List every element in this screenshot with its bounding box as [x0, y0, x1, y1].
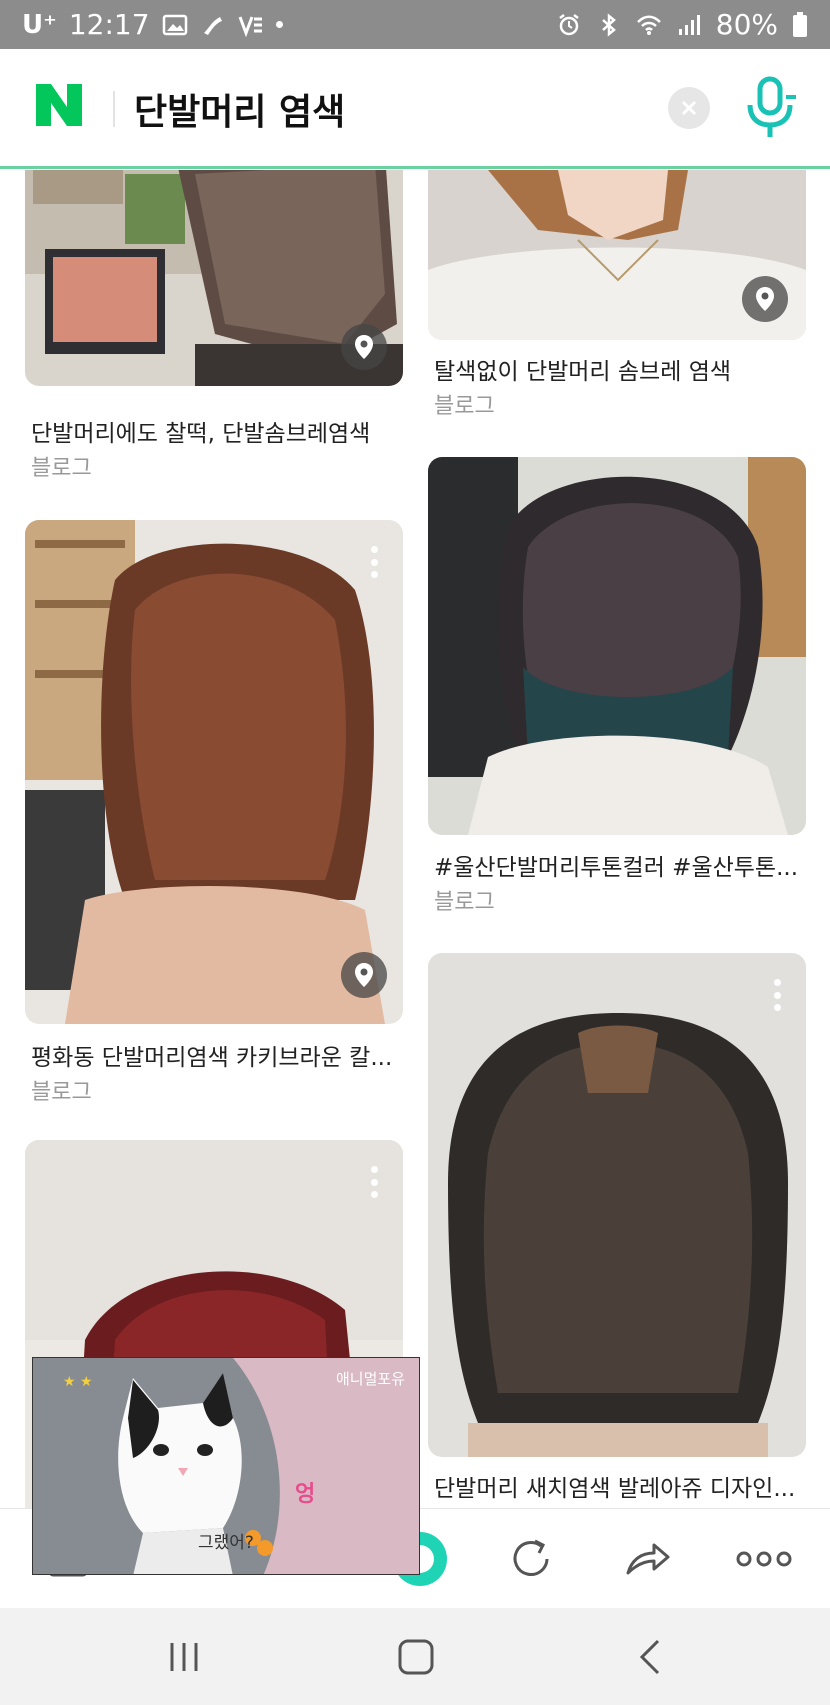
more-dot: [773, 979, 781, 986]
straight-bob-hair-photo: [428, 953, 806, 1457]
alarm-icon: [559, 13, 579, 35]
show-logo-text: ★ ★: [63, 1374, 93, 1390]
channel-tag: 애니멀포유: [335, 1370, 405, 1388]
result-source: 블로그: [434, 890, 495, 915]
result-source: 블로그: [434, 394, 495, 419]
bluetooth-icon: [601, 12, 616, 37]
share-icon[interactable]: [622, 1533, 674, 1585]
result-card[interactable]: #울산단발머리투톤컬러 #울산투톤... 블로그: [428, 457, 806, 917]
wavy-brown-hair-photo: [25, 520, 403, 1024]
naver-logo-icon[interactable]: [34, 80, 84, 130]
result-title[interactable]: 탈색없이 단발머리 솜브레 염색: [434, 352, 804, 386]
battery-icon: [793, 11, 807, 37]
battery-percent: 80%: [715, 8, 778, 41]
recent-apps-icon[interactable]: [162, 1635, 206, 1679]
more-dot: [773, 991, 781, 999]
status-bar: U⁺ 12:17 80%: [0, 0, 830, 49]
clock: 12:17: [68, 8, 150, 41]
refresh-icon[interactable]: [505, 1533, 557, 1585]
carrier-label: U⁺: [22, 9, 57, 40]
result-source: 블로그: [31, 1080, 92, 1105]
more-options-icon[interactable]: [734, 1533, 794, 1585]
signal-icon: [678, 14, 700, 35]
result-card[interactable]: 단발머리 새치염색 발레아쥬 디자인...: [428, 953, 806, 1508]
more-dot: [370, 546, 378, 553]
voice-search-mic-icon[interactable]: [742, 75, 798, 141]
more-dot: [370, 1166, 378, 1173]
result-image[interactable]: [428, 953, 806, 1457]
two-tone-hair-photo: [428, 457, 806, 835]
video-bubble: 엉: [295, 1482, 316, 1507]
more-notifications-dot: [275, 21, 283, 28]
home-icon[interactable]: [394, 1635, 438, 1679]
location-pin-button[interactable]: [341, 324, 387, 370]
location-pin-icon: [756, 287, 774, 311]
result-title[interactable]: #울산단발머리투톤컬러 #울산투톤...: [434, 848, 806, 882]
result-title[interactable]: 평화동 단발머리염색 카키브라운 칼...: [31, 1038, 403, 1072]
clear-search-button[interactable]: [668, 87, 710, 129]
gallery-icon: [162, 14, 187, 35]
result-card[interactable]: 탈색없이 단발머리 솜브레 염색 블로그: [428, 170, 806, 430]
result-title[interactable]: 단발머리에도 찰떡, 단발솜브레염색: [31, 414, 401, 448]
close-icon: [681, 100, 697, 116]
picture-in-picture-video[interactable]: ★ ★ 애니멀포유 그랬어? 엉: [32, 1357, 420, 1575]
search-input[interactable]: 단발머리 염색: [134, 83, 345, 135]
result-title[interactable]: 단발머리 새치염색 발레아쥬 디자인...: [434, 1469, 806, 1503]
vs-app-icon: [238, 15, 262, 37]
back-icon[interactable]: [628, 1635, 672, 1679]
more-dot: [370, 571, 378, 578]
wifi-icon: [636, 15, 661, 35]
more-dot: [370, 1191, 378, 1198]
search-header: 단발머리 염색: [0, 49, 830, 169]
header-divider: [113, 91, 115, 127]
result-card[interactable]: 평화동 단발머리염색 카키브라운 칼... 블로그: [25, 520, 403, 1105]
location-pin-button[interactable]: [341, 952, 387, 998]
location-pin-button[interactable]: [742, 276, 788, 322]
more-options-button[interactable]: [364, 1160, 384, 1204]
video-caption: 그랬어?: [198, 1533, 254, 1553]
result-source: 블로그: [31, 456, 92, 481]
result-image[interactable]: [428, 457, 806, 835]
image-results-feed[interactable]: 단발머리에도 찰떡, 단발솜브레염색 블로그 탈색없이 단발머리 솜브레 염색 …: [0, 170, 830, 1508]
more-dot: [773, 1004, 781, 1011]
app-notification-icon: [203, 16, 222, 35]
result-image[interactable]: [25, 520, 403, 1024]
more-dot: [370, 1178, 378, 1186]
more-options-button[interactable]: [767, 973, 787, 1017]
location-pin-icon: [355, 963, 373, 987]
more-options-button[interactable]: [364, 540, 384, 584]
more-dot: [370, 558, 378, 566]
result-card[interactable]: 단발머리에도 찰떡, 단발솜브레염색 블로그: [25, 170, 403, 490]
location-pin-icon: [355, 335, 373, 359]
android-nav-bar: [0, 1608, 830, 1705]
